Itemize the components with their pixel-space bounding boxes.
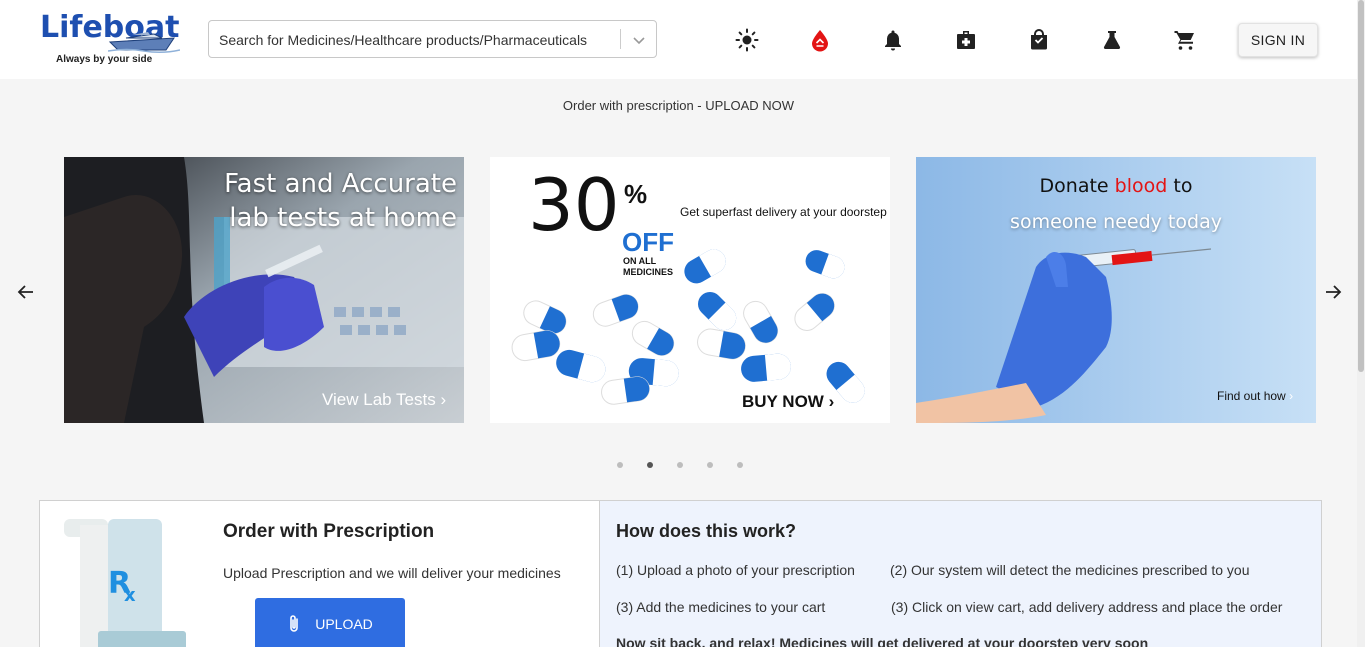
chevron-down-icon[interactable] (629, 30, 649, 50)
donate-headline-line1: Donate blood to (916, 175, 1316, 197)
banner-donate-blood[interactable]: Donate blood to someone needy today Find… (916, 157, 1316, 423)
scrollbar-thumb[interactable] (1358, 0, 1364, 372)
offer-tagline: Get superfast delivery at your doorstep (680, 205, 887, 219)
view-lab-tests-link[interactable]: View Lab Tests › (322, 390, 446, 410)
top-header: Lifeboat Always by your side Search for … (0, 0, 1357, 79)
arrow-left-icon[interactable] (14, 280, 38, 304)
upload-button[interactable]: UPLOAD (255, 598, 405, 647)
how-it-works-panel: How does this work? (1) Upload a photo o… (600, 500, 1322, 647)
banner-lab-tests[interactable]: Fast and Accurate lab tests at home View… (64, 157, 464, 423)
buy-now-link[interactable]: BUY NOW › (742, 392, 834, 412)
svg-text:x: x (124, 585, 136, 606)
search-box[interactable]: Search for Medicines/Healthcare products… (208, 20, 657, 58)
logo-tagline: Always by your side (56, 54, 153, 65)
promo-text[interactable]: Order with prescription - UPLOAD NOW (0, 98, 1357, 113)
step-2: (2) Our system will detect the medicines… (890, 562, 1250, 578)
step-3: (3) Add the medicines to your cart (616, 599, 826, 615)
buy-now-label: BUY NOW (742, 392, 824, 411)
lab-headline: Fast and Accurate lab tests at home (64, 167, 457, 235)
chevron-right-icon: › (828, 392, 835, 411)
offer-sub-line2: MEDICINES (623, 267, 674, 277)
upload-label: UPLOAD (315, 616, 373, 632)
donate-text: Donate (1039, 175, 1115, 197)
search-divider (620, 29, 621, 49)
carousel-dot[interactable] (707, 462, 713, 468)
offer-sub-line1: ON ALL (623, 256, 657, 266)
blood-word: blood (1114, 175, 1168, 197)
flask-icon[interactable] (1100, 28, 1124, 52)
attachment-icon (290, 615, 299, 632)
boat-icon (108, 32, 180, 54)
bell-icon[interactable] (881, 28, 905, 52)
chevron-right-icon: › (440, 390, 447, 409)
logo[interactable]: Lifeboat Always by your side (40, 10, 185, 70)
find-out-how-link[interactable]: Find out how › (1217, 389, 1293, 403)
how-footer: Now sit back, and relax! Medicines will … (616, 635, 1149, 647)
view-lab-tests-label: View Lab Tests (322, 390, 436, 409)
off-label: OFF (622, 227, 674, 257)
cart-icon[interactable] (1173, 28, 1197, 52)
sign-in-button[interactable]: SIGN IN (1238, 23, 1318, 57)
discount-number: 30 (528, 163, 620, 247)
donate-headline-line2: someone needy today (1010, 211, 1222, 233)
arrow-right-icon[interactable] (1321, 280, 1345, 304)
search-input[interactable]: Search for Medicines/Healthcare products… (219, 32, 587, 48)
page-scrollbar[interactable] (1357, 0, 1365, 647)
percent-sign: % (624, 179, 648, 209)
step-1: (1) Upload a photo of your prescription (616, 562, 855, 578)
to-word: to (1167, 175, 1193, 197)
carousel-dot[interactable] (677, 462, 683, 468)
step-4: (3) Click on view cart, add delivery add… (891, 599, 1283, 615)
medical-kit-icon[interactable] (954, 28, 978, 52)
lab-headline-line2: lab tests at home (229, 203, 457, 233)
how-title: How does this work? (616, 521, 797, 541)
prescription-illustration: R x (64, 519, 186, 647)
shopping-bag-icon[interactable] (1027, 28, 1051, 52)
carousel-dot[interactable] (737, 462, 743, 468)
order-description: Upload Prescription and we will deliver … (223, 565, 561, 581)
order-prescription-panel: R x Order with Prescription Upload Presc… (39, 500, 600, 647)
chevron-right-icon: › (1289, 389, 1294, 403)
brightness-icon[interactable] (735, 28, 759, 52)
find-out-how-label: Find out how (1217, 389, 1286, 403)
carousel-dot[interactable] (617, 462, 623, 468)
lab-headline-line1: Fast and Accurate (224, 169, 457, 199)
blood-drop-icon[interactable] (808, 28, 832, 52)
carousel-dot-active[interactable] (647, 462, 653, 468)
carousel-dots (612, 462, 752, 472)
banner-medicine-offer[interactable]: 30 % OFF ON ALL MEDICINES Get superfast … (490, 157, 890, 423)
order-title: Order with Prescription (223, 521, 435, 542)
